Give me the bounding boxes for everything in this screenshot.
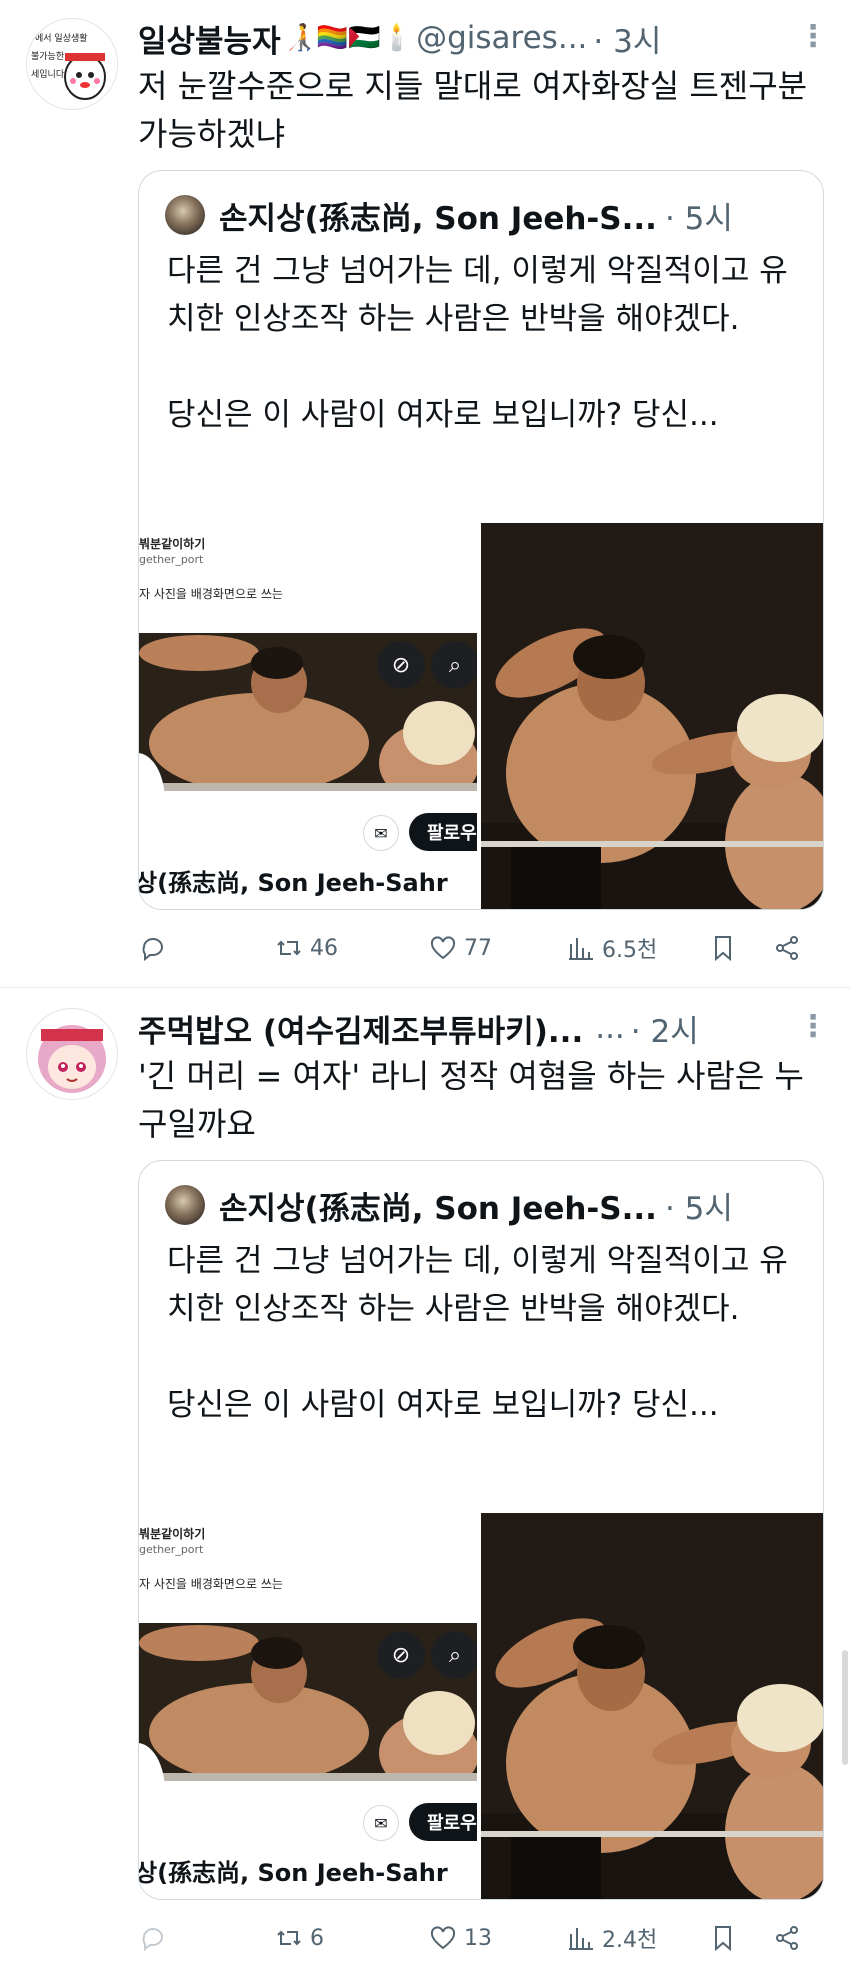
mute-icon[interactable]: ⊘	[377, 1631, 425, 1679]
quote-display-name: 손지상(孫志尚, Son Jeeh-S...	[219, 200, 657, 237]
search-icon[interactable]: ⌕	[431, 1631, 477, 1679]
wrestling-photo-small	[139, 633, 477, 791]
bookmark-icon	[715, 936, 731, 962]
svg-text:세입니다: 세입니다	[31, 68, 65, 80]
media-handle: gether_port	[139, 553, 204, 566]
tweet-actions: 6 13 2.4천	[138, 1916, 818, 1960]
like-icon	[430, 1926, 456, 1950]
wrestling-photo	[481, 1513, 823, 1899]
retweet-button[interactable]: 46	[274, 926, 338, 970]
tweet-divider	[0, 987, 850, 988]
retweet-count: 46	[310, 935, 338, 961]
display-name[interactable]: 일상불능자	[138, 16, 281, 61]
quote-avatar	[165, 1185, 205, 1225]
mail-icon[interactable]: ✉	[363, 1805, 399, 1841]
follow-button[interactable]: 팔로우	[409, 813, 477, 851]
reply-button[interactable]	[138, 926, 168, 970]
tweet-actions: 46 77 6.5천	[138, 926, 818, 970]
media-title: 붜분같이하기	[139, 537, 206, 551]
bookmark-button[interactable]	[708, 1916, 738, 1960]
views-button[interactable]: 6.5천	[566, 926, 657, 970]
tweet-text: 저 눈깔수준으로 지들 말대로 여자화장실 트젠구분 가능하겠냐	[138, 67, 808, 153]
tweet-header: 주먹밥오 (여수김제조부튜바키)... ... · 2시	[138, 1004, 830, 1052]
quote-media-screenshot[interactable]: 붜분같이하기 gether_port 자 사진을 배경화면으로 쓰는 ⊘ ⌕ ✉	[139, 1513, 477, 1899]
quote-header: 손지상(孫志尚, Son Jeeh-S... · 5시	[165, 1181, 805, 1229]
more-icon[interactable]: ⋮	[798, 22, 828, 52]
svg-text:에서 일상생활: 에서 일상생활	[35, 32, 88, 44]
user-handle[interactable]: ...	[595, 1010, 625, 1046]
share-button[interactable]	[772, 926, 802, 970]
retweet-button[interactable]: 6	[274, 1916, 324, 1960]
quote-header: 손지상(孫志尚, Son Jeeh-S... · 5시	[165, 191, 805, 239]
follow-button[interactable]: 팔로우	[409, 1803, 477, 1841]
views-button[interactable]: 2.4천	[566, 1916, 657, 1960]
like-count: 77	[464, 935, 492, 961]
avatar-image	[27, 1009, 117, 1099]
quote-media-photo[interactable]	[481, 1513, 823, 1899]
scrollbar[interactable]	[842, 1650, 848, 1765]
quote-tweet[interactable]: 손지상(孫志尚, Son Jeeh-S... · 5시 다른 건 그냥 넘어가는…	[138, 170, 824, 910]
view-count: 6.5천	[602, 938, 658, 963]
quote-timestamp: · 5시	[664, 200, 733, 237]
share-icon	[776, 936, 798, 960]
tweet[interactable]: 주먹밥오 (여수김제조부튜바키)... ... · 2시 ⋮ '긴 머리 = 여…	[0, 990, 850, 1970]
user-handle[interactable]: @gisares...	[416, 20, 587, 56]
avatar[interactable]	[26, 1008, 118, 1100]
share-icon	[776, 1926, 798, 1950]
tweet-header: 일상불능자 🧑‍🦯🏳️‍🌈🇵🇸🕯️ @gisares... · 3시	[138, 14, 830, 62]
quote-text: 다른 건 그냥 넘어가는 데, 이렇게 악질적이고 유치한 인상조작 하는 사람…	[167, 253, 788, 433]
reply-icon	[142, 938, 163, 962]
media-handle: gether_port	[139, 1543, 204, 1556]
tweet-text: '긴 머리 = 여자' 라니 정작 여혐을 하는 사람은 누구일까요	[138, 1057, 804, 1143]
svg-text:불가능한: 불가능한	[31, 51, 64, 62]
display-name[interactable]: 주먹밥오 (여수김제조부튜바키)...	[138, 1006, 583, 1051]
mute-icon[interactable]: ⊘	[377, 641, 425, 689]
tweet[interactable]: 에서 일상생활 불가능한 세입니다 일상불능자 🧑‍🦯🏳️‍🌈🇵🇸🕯️ @gis…	[0, 0, 850, 980]
reply-button[interactable]	[138, 1916, 168, 1960]
search-icon[interactable]: ⌕	[431, 641, 477, 689]
quote-avatar	[165, 195, 205, 235]
quote-text: 다른 건 그냥 넘어가는 데, 이렇게 악질적이고 유치한 인상조작 하는 사람…	[167, 1243, 788, 1423]
quote-media-screenshot[interactable]: 붜분같이하기 gether_port 자 사진을 배경화면으로 쓰는 ⊘ ⌕ ✉	[139, 523, 477, 909]
quote-tweet[interactable]: 손지상(孫志尚, Son Jeeh-S... · 5시 다른 건 그냥 넘어가는…	[138, 1160, 824, 1900]
media-title: 붜분같이하기	[139, 1527, 206, 1541]
media-caption: 자 사진을 배경화면으로 쓰는	[139, 1577, 283, 1591]
quote-timestamp: · 5시	[664, 1190, 733, 1227]
avatar[interactable]: 에서 일상생활 불가능한 세입니다	[26, 18, 118, 110]
retweet-icon	[277, 1930, 301, 1946]
view-count: 2.4천	[602, 1928, 658, 1953]
wrestling-photo-small	[139, 1623, 477, 1781]
like-count: 13	[464, 1925, 492, 1951]
like-button[interactable]: 13	[428, 1916, 492, 1960]
name-emoji: 🧑‍🦯🏳️‍🌈🇵🇸🕯️	[283, 23, 414, 53]
timestamp[interactable]: · 3시	[593, 16, 661, 61]
retweet-count: 6	[310, 1925, 324, 1951]
timestamp[interactable]: · 2시	[631, 1006, 699, 1051]
media-caption: 자 사진을 배경화면으로 쓰는	[139, 587, 283, 601]
media-profile-name: 상(孫志尚, Son Jeeh-Sahr	[139, 1859, 448, 1887]
like-button[interactable]: 77	[428, 926, 492, 970]
views-icon	[569, 938, 593, 960]
retweet-icon	[277, 940, 301, 956]
quote-media-photo[interactable]	[481, 523, 823, 909]
reply-icon	[142, 1928, 163, 1952]
like-icon	[430, 936, 456, 960]
mail-icon[interactable]: ✉	[363, 815, 399, 851]
avatar-image: 에서 일상생활 불가능한 세입니다	[27, 19, 117, 109]
views-icon	[569, 1928, 593, 1950]
share-button[interactable]	[772, 1916, 802, 1960]
wrestling-photo	[481, 523, 823, 909]
bookmark-icon	[715, 1926, 731, 1952]
media-profile-name: 상(孫志尚, Son Jeeh-Sahr	[139, 869, 448, 897]
more-icon[interactable]: ⋮	[798, 1012, 828, 1042]
quote-display-name: 손지상(孫志尚, Son Jeeh-S...	[219, 1190, 657, 1227]
bookmark-button[interactable]	[708, 926, 738, 970]
